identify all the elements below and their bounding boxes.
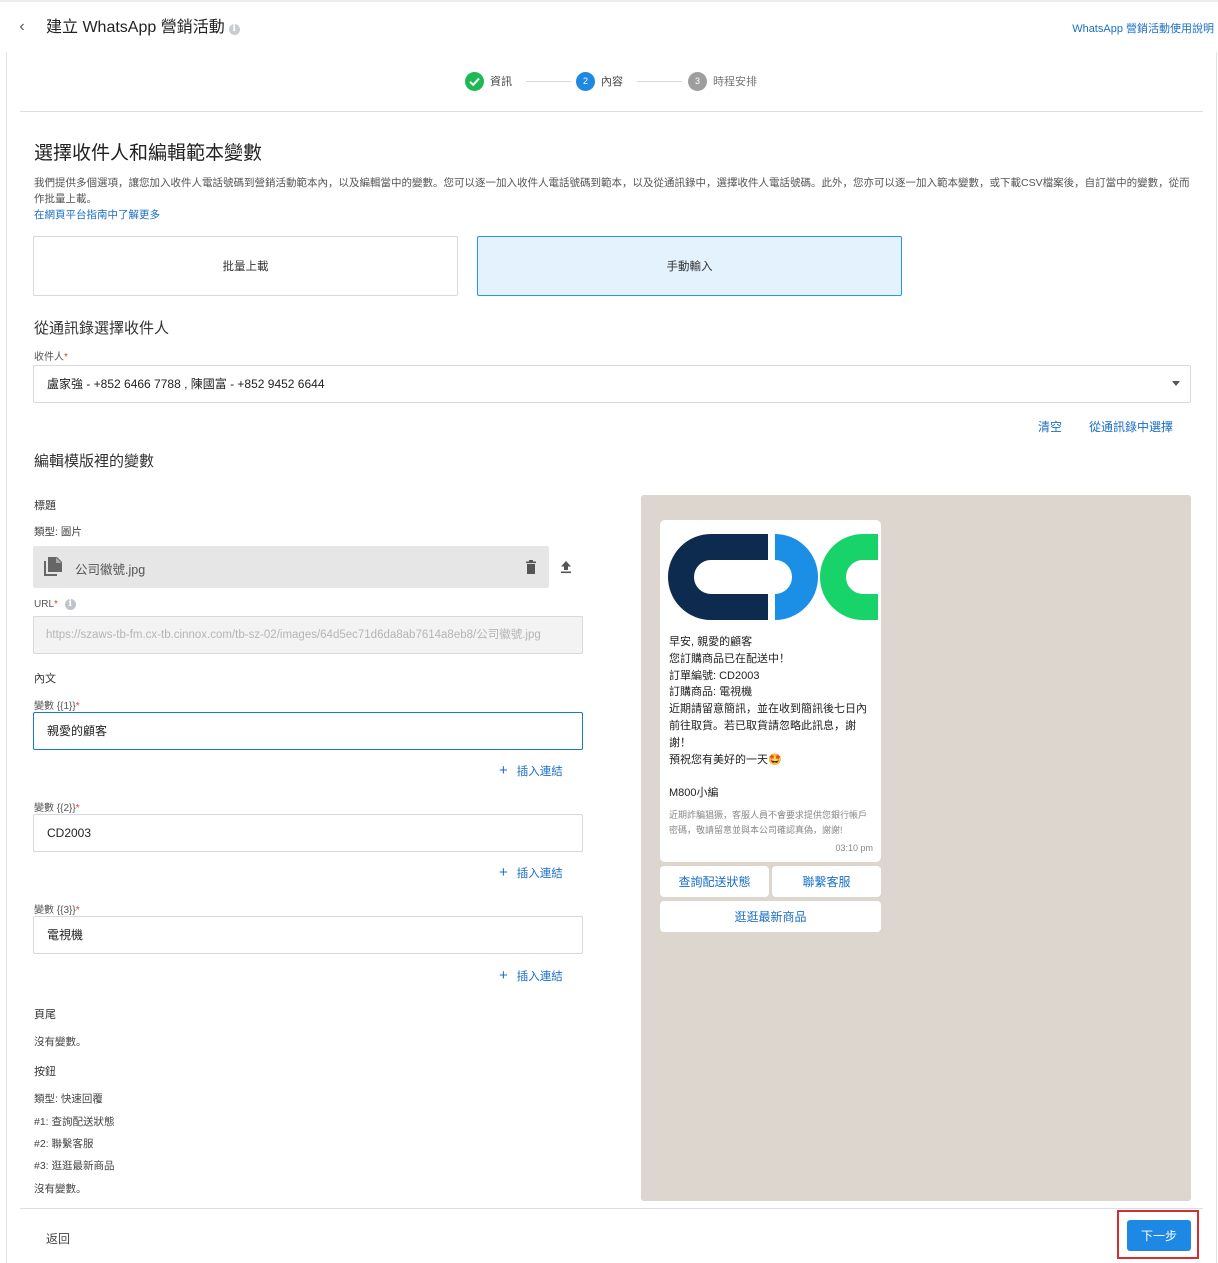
divider bbox=[20, 111, 1203, 112]
step-number: 2 bbox=[576, 71, 595, 91]
header-label: 標題 bbox=[34, 500, 56, 512]
message-line: 您訂購商品已在配送中！ bbox=[669, 652, 790, 665]
check-icon bbox=[465, 71, 484, 91]
quick-reply-track-delivery[interactable]: 查詢配送狀態 bbox=[660, 866, 769, 897]
variable-1-label: 變數 {{1}}* bbox=[34, 701, 80, 712]
stepper: 資訊 2 內容 3 時程安排 bbox=[465, 71, 785, 93]
upload-icon[interactable] bbox=[559, 560, 573, 574]
section-title: 選擇收件人和編輯範本變數 bbox=[34, 143, 263, 164]
step-schedule: 3 時程安排 bbox=[688, 71, 757, 91]
next-button-highlight: 下一步 bbox=[1117, 1210, 1199, 1259]
top-bar: ‹ 建立 WhatsApp 營銷活動 i WhatsApp 營銷活動使用說明 bbox=[0, 0, 1218, 52]
message-bubble: 早安, 親愛的顧客 您訂購商品已在配送中！ 訂單編號: CD2003 訂購商品:… bbox=[660, 520, 881, 862]
message-line: 訂單編號: CD2003 bbox=[669, 669, 760, 682]
back-button[interactable]: 返回 bbox=[46, 1230, 70, 1247]
plus-icon: + bbox=[499, 967, 508, 984]
trash-icon[interactable] bbox=[525, 560, 537, 574]
step-connector bbox=[526, 81, 571, 82]
footer-label: 頁尾 bbox=[34, 1009, 56, 1021]
variable-2-input[interactable]: CD2003 bbox=[33, 814, 583, 852]
bulk-upload-option[interactable]: 批量上載 bbox=[33, 236, 458, 296]
step-label: 內容 bbox=[601, 76, 623, 88]
pick-from-contacts-link[interactable]: 從通訊錄中選擇 bbox=[1089, 418, 1173, 435]
button-line-1: #1: 查詢配送狀態 bbox=[34, 1116, 115, 1128]
page-title: 建立 WhatsApp 營銷活動 i bbox=[46, 16, 240, 40]
file-name: 公司徽號.jpg bbox=[75, 563, 146, 577]
step-info: 資訊 bbox=[465, 71, 512, 91]
message-time: 03:10 pm bbox=[835, 843, 873, 853]
variable-2-label: 變數 {{2}}* bbox=[34, 803, 80, 814]
plus-icon: + bbox=[499, 864, 508, 881]
message-line: 訂購商品: 電視機 bbox=[669, 686, 753, 699]
description: 我們提供多個選項，讓您加入收件人電話號碼到營銷活動範本內，以及編輯當中的變數。您… bbox=[34, 177, 1190, 205]
url-input: https://szaws-tb-fm.cx-tb.cinnox.com/tb-… bbox=[33, 616, 583, 654]
message-footer: 近期詐騙猖獗，客服人員不會要求提供您銀行帳戶密碼，敬請留意並與本公司確認真偽，謝… bbox=[669, 810, 868, 835]
file-chip: 公司徽號.jpg bbox=[33, 546, 549, 588]
buttons-label: 按鈕 bbox=[34, 1066, 56, 1078]
info-icon[interactable]: i bbox=[228, 24, 240, 35]
message-signature: M800小編 bbox=[669, 787, 719, 800]
message-line: 預祝您有美好的一天🤩 bbox=[669, 753, 782, 766]
buttons-type: 類型: 快速回覆 bbox=[34, 1093, 103, 1105]
insert-link-button[interactable]: + 插入連結 bbox=[499, 865, 563, 881]
next-button[interactable]: 下一步 bbox=[1127, 1220, 1191, 1251]
back-arrow-icon[interactable]: ‹ bbox=[12, 16, 32, 38]
message-line: 近期請留意簡訊，並在收到簡訊後七日內前往取貨。若已取貨請忽略此訊息，謝謝！ bbox=[669, 703, 867, 749]
recipient-value: 盧家強 - +852 6466 7788 , 陳國富 - +852 9452 6… bbox=[47, 377, 325, 391]
variable-3-label: 變數 {{3}}* bbox=[34, 905, 80, 916]
footer-divider bbox=[20, 1208, 1203, 1209]
company-logo-image bbox=[668, 534, 878, 620]
message-body: 早安, 親愛的顧客 您訂購商品已在配送中！ 訂單編號: CD2003 訂購商品:… bbox=[669, 634, 875, 802]
template-title: 編輯模版裡的變數 bbox=[34, 453, 155, 470]
info-icon[interactable]: i bbox=[64, 599, 76, 610]
button-line-2: #2: 聯繫客服 bbox=[34, 1138, 94, 1150]
variable-1-input[interactable]: 親愛的顧客 bbox=[33, 712, 583, 750]
url-label: URL* i bbox=[34, 599, 76, 610]
recipient-select[interactable]: 盧家強 - +852 6466 7788 , 陳國富 - +852 9452 6… bbox=[33, 365, 1191, 403]
clear-link[interactable]: 清空 bbox=[1038, 418, 1062, 435]
type-label: 類型: 圖片 bbox=[34, 526, 82, 538]
recipient-label: 收件人* bbox=[34, 352, 68, 363]
step-label: 資訊 bbox=[490, 76, 512, 88]
help-link[interactable]: WhatsApp 營銷活動使用說明 bbox=[1072, 20, 1214, 36]
body-label: 內文 bbox=[34, 673, 56, 685]
button-line-3: #3: 逛逛最新商品 bbox=[34, 1160, 115, 1172]
file-copy-icon bbox=[44, 557, 62, 576]
contacts-title: 從通訊錄選擇收件人 bbox=[34, 320, 170, 337]
step-content: 2 內容 bbox=[576, 71, 623, 91]
step-connector bbox=[637, 81, 682, 82]
quick-reply-contact-support[interactable]: 聯繫客服 bbox=[772, 866, 881, 897]
buttons-no-variables: 沒有變數。 bbox=[34, 1183, 87, 1195]
quick-reply-browse-products[interactable]: 逛逛最新商品 bbox=[660, 901, 881, 932]
footer-no-variables: 沒有變數。 bbox=[34, 1036, 87, 1048]
chevron-down-icon bbox=[1172, 381, 1180, 386]
variable-3-input[interactable]: 電視機 bbox=[33, 916, 583, 954]
manual-input-option[interactable]: 手動輸入 bbox=[477, 236, 902, 296]
message-line: 早安, 親愛的顧客 bbox=[669, 636, 753, 648]
step-number: 3 bbox=[688, 71, 707, 91]
learn-more-link[interactable]: 在網頁平台指南中了解更多 bbox=[34, 207, 160, 222]
plus-icon: + bbox=[499, 762, 508, 779]
whatsapp-preview: 早安, 親愛的顧客 您訂購商品已在配送中！ 訂單編號: CD2003 訂購商品:… bbox=[641, 495, 1191, 1201]
insert-link-button[interactable]: + 插入連結 bbox=[499, 763, 563, 779]
step-label: 時程安排 bbox=[713, 76, 757, 88]
insert-link-button[interactable]: + 插入連結 bbox=[499, 968, 563, 984]
